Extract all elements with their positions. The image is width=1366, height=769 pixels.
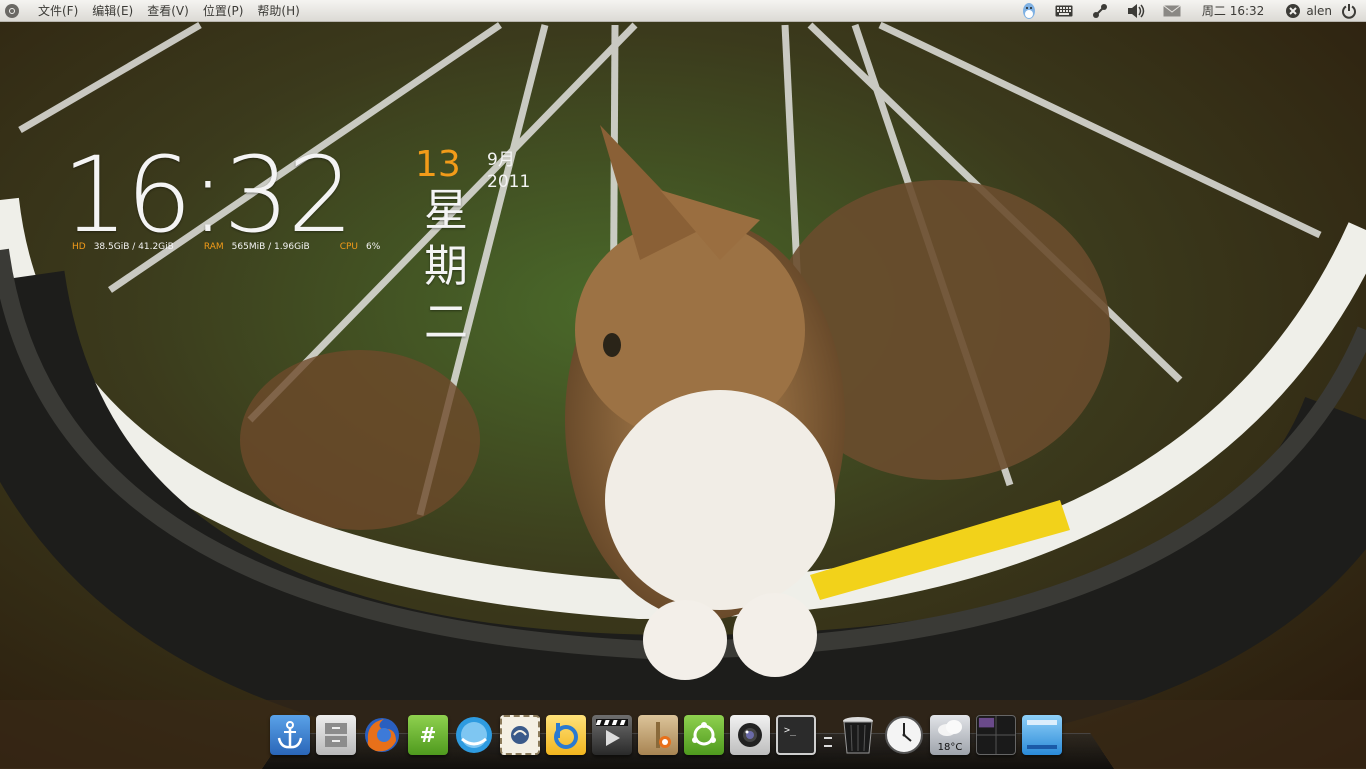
ram-value: 565MiB / 1.96GiB [231,242,310,252]
anchor-icon[interactable] [270,715,310,755]
session-icon[interactable]: alen [1276,0,1332,22]
svg-text:>_: >_ [784,725,797,736]
chat-hash-icon[interactable]: # [408,715,448,755]
bookmark-b-icon[interactable] [546,715,586,755]
network-icon[interactable] [1082,0,1118,22]
ubuntu-logo-icon[interactable] [5,3,19,18]
mail-stamp-icon[interactable] [500,715,540,755]
volume-icon[interactable] [1118,0,1154,22]
menu-help[interactable]: 帮助(H) [250,0,306,22]
show-desktop-icon[interactable] [1022,715,1062,755]
clock-icon[interactable] [884,715,924,755]
menu-edit[interactable]: 编辑(E) [85,0,140,22]
panel-clock[interactable]: 周二 16:32 [1190,0,1276,22]
menu-bar: 文件(F) 编辑(E) 查看(V) 位置(P) 帮助(H) [31,0,307,22]
qq-penguin-icon[interactable] [454,715,494,755]
power-icon[interactable] [1332,0,1366,22]
mail-icon[interactable] [1154,0,1190,22]
workspace-switcher-icon[interactable] [976,715,1016,755]
cpu-value: 6% [366,242,381,252]
panel-username: alen [1306,3,1332,18]
package-installer-icon[interactable] [638,715,678,755]
dock: # >_ 18°C [270,711,1068,755]
firefox-icon[interactable] [362,715,402,755]
keyboard-icon[interactable] [1046,0,1082,22]
camera-icon[interactable] [730,715,770,755]
terminal-icon[interactable]: >_ [776,715,816,755]
widget-month-year: 9月 2011 [487,150,531,192]
top-panel: 文件(F) 编辑(E) 查看(V) 位置(P) 帮助(H) 周二 16:32 a… [0,0,1366,22]
hd-value: 38.5GiB / 41.2GiB [93,242,174,252]
menu-file[interactable]: 文件(F) [31,0,85,22]
widget-time: 16:32 [62,134,354,256]
software-center-icon[interactable] [684,715,724,755]
widget-day: 13 [415,144,461,185]
weather-temperature: 18°C [937,742,963,753]
svg-text:#: # [420,723,437,747]
trash-icon[interactable] [838,715,878,755]
dock-separator [822,715,832,755]
menu-view[interactable]: 查看(V) [140,0,196,22]
widget-stats: HD 38.5GiB / 41.2GiB RAM 565MiB / 1.96Gi… [72,241,410,253]
desktop-wallpaper [0,0,1366,768]
menu-places[interactable]: 位置(P) [196,0,251,22]
system-tray: 周二 16:32 alen [1012,0,1366,22]
hd-label: HD [72,242,86,252]
weather-icon[interactable]: 18°C [930,715,970,755]
cpu-label: CPU [339,242,359,252]
video-player-icon[interactable] [592,715,632,755]
file-manager-icon[interactable] [316,715,356,755]
qq-icon[interactable] [1012,0,1046,22]
widget-weekday: 星期二 [424,185,468,348]
ram-label: RAM [203,242,224,252]
